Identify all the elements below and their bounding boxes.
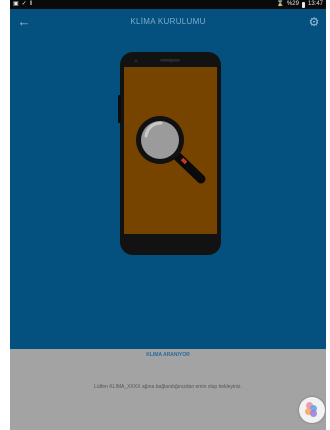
signal-text: %29 (286, 1, 299, 7)
assistant-logo-dot-purple (310, 410, 317, 417)
magnifier-lens-shape (136, 116, 184, 164)
app-main-area: ← KLİMA KURULUMU ⚙ (10, 9, 326, 349)
device-screen: ▣ ✓ ‖ ⌛ %29 13:47 ← KLİMA KURULUMU ⚙ KLI… (10, 0, 326, 430)
check-icon: ✓ (21, 1, 27, 7)
status-left-icons: ▣ ✓ ‖ (13, 0, 32, 9)
phone-illustration (118, 52, 221, 255)
clock: 13:47 (307, 1, 323, 7)
battery-icon (301, 1, 305, 8)
search-status-text: KLIMA ARANIYOR (146, 352, 190, 358)
status-bar: ▣ ✓ ‖ ⌛ %29 13:47 (10, 0, 326, 9)
alarm-icon: ⌛ (276, 1, 284, 7)
connection-instruction-text: Lütfen KLIMA_XXXX ağına bağlandığınızdan… (94, 384, 242, 390)
pause-icon: ‖ (29, 1, 33, 7)
gallery-icon: ▣ (13, 1, 19, 7)
floating-assistant-button[interactable] (299, 397, 325, 423)
status-right-info: ⌛ %29 13:47 (276, 0, 323, 9)
bottom-panel: KLIMA ARANIYOR Lütfen KLIMA_XXXX ağına b… (10, 349, 326, 430)
